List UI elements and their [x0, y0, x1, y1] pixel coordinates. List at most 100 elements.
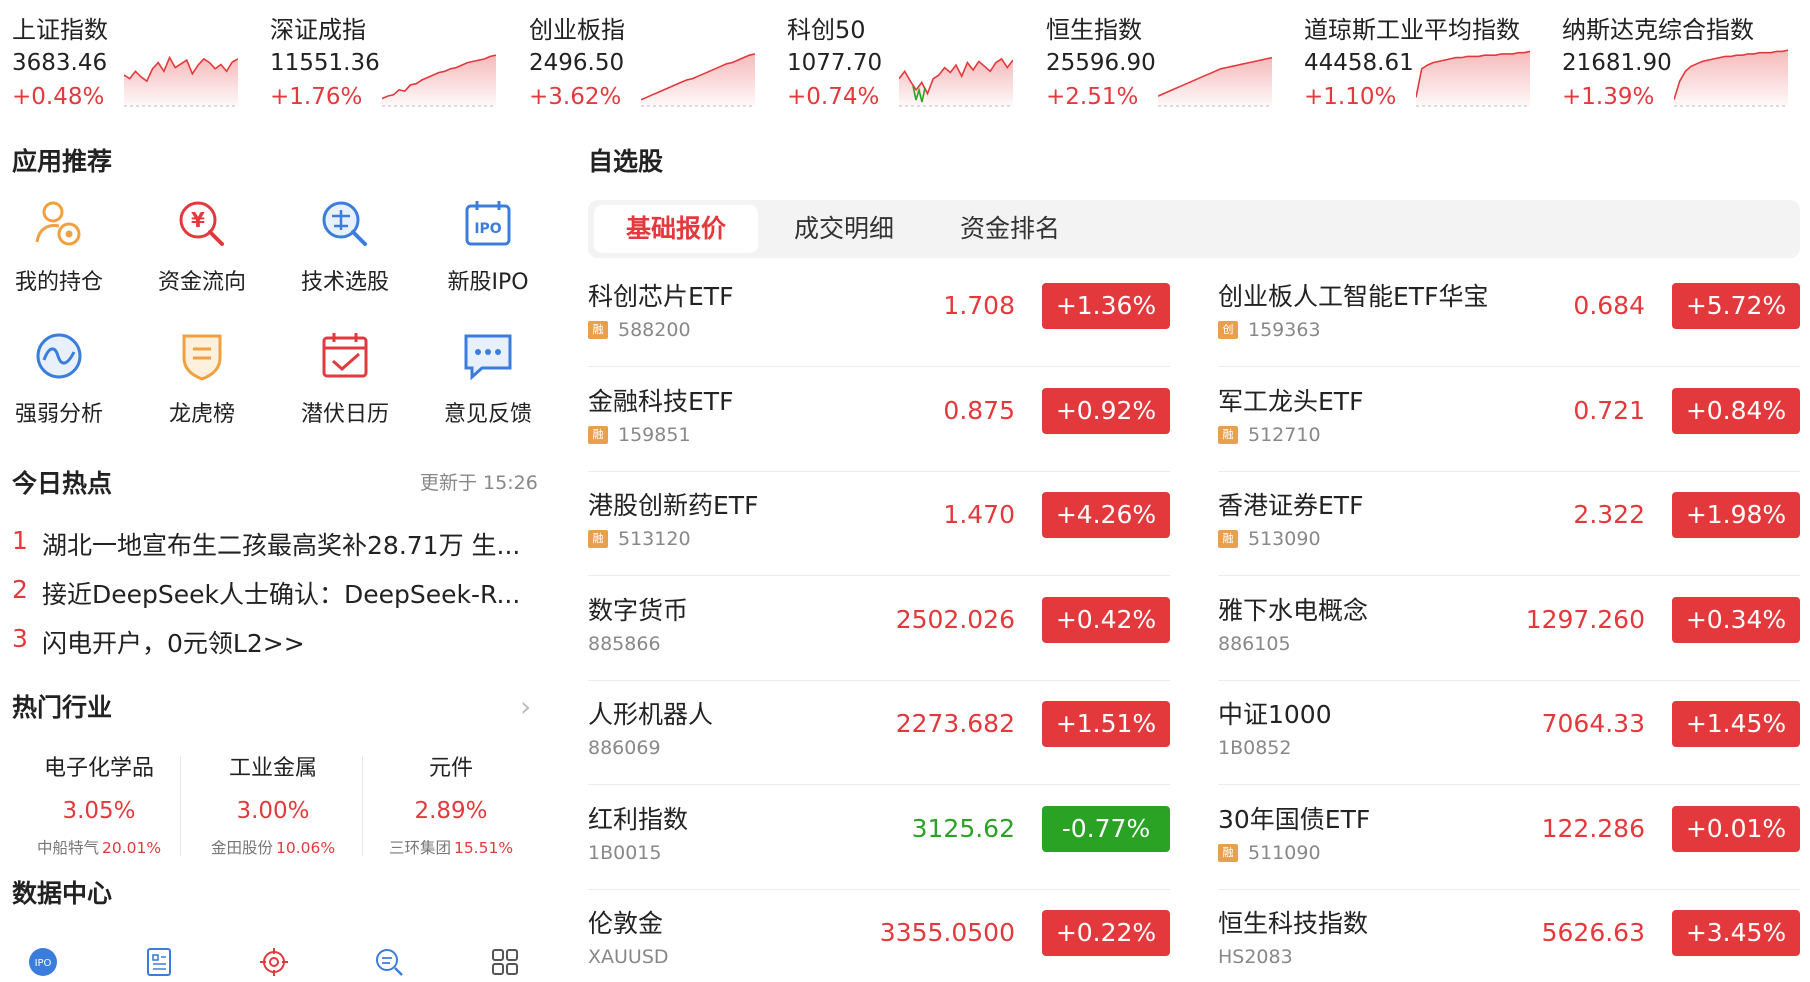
stock-tag-badge: 融: [588, 321, 608, 339]
stock-name: 港股创新药ETF: [588, 491, 759, 520]
app-feedback[interactable]: 意见反馈: [422, 328, 554, 428]
stock-price: 122.286: [1541, 813, 1645, 843]
tab-basic-quote[interactable]: 基础报价: [594, 205, 758, 253]
stock-code-line: HS2083: [1218, 946, 1293, 968]
industry-name: 元件: [428, 756, 473, 781]
industry-card[interactable]: 电子化学品 3.05% 中船特气 20.01%: [10, 750, 188, 858]
stock-picker-icon: [322, 201, 367, 246]
watchlist-row[interactable]: 港股创新药ETF 融 513120 1.470 +4.26%: [588, 472, 1170, 576]
stock-code-line: XAUUSD: [588, 946, 669, 968]
stock-code: HS2083: [1218, 946, 1293, 968]
stock-name: 30年国债ETF: [1218, 804, 1371, 834]
stock-change-badge: +0.84%: [1672, 387, 1800, 434]
watchlist-row[interactable]: 军工龙头ETF 融 512710 0.721 +0.84%: [1218, 368, 1800, 472]
watchlist-row[interactable]: 创业板人工智能ETF华宝 创 159363 0.684 +5.72%: [1218, 263, 1800, 367]
search-list-icon[interactable]: [374, 947, 404, 977]
index-card[interactable]: 纳斯达克综合指数 21681.90 +1.39%: [1562, 0, 1798, 120]
stock-price: 2.322: [1573, 500, 1645, 529]
index-value: 11551.36: [270, 50, 380, 76]
grid-icon[interactable]: [490, 947, 520, 977]
stock-change-badge: +1.98%: [1672, 492, 1800, 538]
watchlist-row[interactable]: 雅下水电概念 886105 1297.260 +0.34%: [1218, 577, 1800, 681]
app-stock-picker[interactable]: 技术选股: [279, 196, 411, 296]
index-card[interactable]: 上证指数 3683.46 +0.48%: [12, 0, 238, 120]
index-value: 25596.90: [1046, 50, 1156, 76]
app-new-ipo[interactable]: IPO 新股IPO: [422, 196, 554, 296]
index-change: +1.76%: [270, 84, 363, 110]
index-value: 21681.90: [1562, 50, 1672, 76]
watchlist-row[interactable]: 金融科技ETF 融 159851 0.875 +0.92%: [588, 368, 1170, 472]
index-change: +0.74%: [787, 84, 880, 110]
index-card[interactable]: 科创50 1077.70 +0.74%: [787, 0, 1013, 120]
app-label: 技术选股: [300, 270, 389, 295]
app-dragon-tiger[interactable]: 龙虎榜: [136, 328, 268, 428]
ipo-badge-icon[interactable]: IPO: [28, 947, 58, 977]
stock-name: 香港证券ETF: [1218, 491, 1364, 520]
app-label: 新股IPO: [447, 270, 529, 295]
chevron-right-icon[interactable]: ›: [520, 690, 531, 723]
stock-price: 0.875: [943, 395, 1015, 425]
sparkline-area: [641, 53, 755, 106]
stock-tag-badge: 融: [1218, 425, 1238, 444]
app-money-flow[interactable]: ¥ 资金流向: [136, 196, 268, 296]
watchlist-row[interactable]: 30年国债ETF 融 511090 122.286 +0.01%: [1218, 786, 1800, 890]
stock-price: 5626.63: [1541, 918, 1645, 947]
hot-news-item[interactable]: 3 闪电开户，0元领L2>>: [12, 624, 542, 660]
watchlist-row[interactable]: 恒生科技指数 HS2083 5626.63 +3.45%: [1218, 890, 1800, 982]
hot-news-item[interactable]: 1 湖北一地宣布生二孩最高奖补28.71万 生...: [12, 526, 542, 562]
watchlist-row[interactable]: 中证1000 1B0852 7064.33 +1.45%: [1218, 681, 1800, 785]
stock-change-badge: +4.26%: [1042, 492, 1170, 538]
tab-trade-detail[interactable]: 成交明细: [764, 205, 924, 253]
hot-news-text: 接近DeepSeek人士确认：DeepSeek-R...: [42, 580, 521, 609]
watchlist-row[interactable]: 香港证券ETF 融 513090 2.322 +1.98%: [1218, 472, 1800, 576]
app-lurk-calendar[interactable]: 潜伏日历: [279, 328, 411, 428]
app-my-holdings[interactable]: 我的持仓: [0, 196, 125, 296]
hot-news-item[interactable]: 2 接近DeepSeek人士确认：DeepSeek-R...: [12, 575, 542, 611]
index-card[interactable]: 恒生指数 25596.90 +2.51%: [1046, 0, 1272, 120]
stock-price: 2273.682: [895, 709, 1015, 738]
watchlist-row[interactable]: 科创芯片ETF 融 588200 1.708 +1.36%: [588, 263, 1170, 367]
watchlist-row[interactable]: 人形机器人 886069 2273.682 +1.51%: [588, 681, 1170, 785]
sparkline-area: [382, 55, 496, 106]
index-card[interactable]: 创业板指 2496.50 +3.62%: [529, 0, 755, 120]
watchlist-row[interactable]: 数字货币 885866 2502.026 +0.42%: [588, 577, 1170, 681]
stock-code: 885866: [588, 632, 661, 655]
index-sparkline: [1158, 56, 1272, 107]
industry-card[interactable]: 元件 2.89% 三环集团 15.51%: [362, 750, 540, 858]
divider: [180, 756, 181, 856]
index-name: 上证指数: [12, 16, 108, 44]
stock-code: 886105: [1218, 632, 1291, 655]
stock-code-line: 1B0852: [1218, 737, 1291, 759]
watchlist-row[interactable]: 红利指数 1B0015 3125.62 -0.77%: [588, 786, 1170, 890]
stock-change-badge: +5.72%: [1672, 283, 1800, 329]
index-card[interactable]: 深证成指 11551.36 +1.76%: [270, 0, 496, 120]
tab-fund-rank[interactable]: 资金排名: [930, 205, 1090, 253]
stock-change-badge: +0.92%: [1042, 387, 1170, 434]
stock-name: 人形机器人: [588, 700, 714, 729]
watchlist-row[interactable]: 伦敦金 XAUUSD 3355.0500 +0.22%: [588, 890, 1170, 982]
index-value: 2496.50: [529, 50, 625, 76]
data-center-section-title: 数据中心: [12, 879, 113, 908]
industry-leader-name: 三环集团: [388, 839, 451, 857]
holdings-icon: [35, 201, 81, 246]
stock-price: 3125.62: [911, 813, 1015, 843]
stock-change-badge: +0.42%: [1042, 596, 1170, 643]
index-card[interactable]: 道琼斯工业平均指数 44458.61 +1.10%: [1304, 0, 1530, 120]
index-sparkline: [641, 53, 755, 107]
stock-price: 7064.33: [1541, 709, 1645, 738]
stock-code-line: 融 511090: [1218, 842, 1321, 864]
index-value: 1077.70: [787, 50, 883, 76]
industry-leader-name: 中船特气: [36, 839, 99, 857]
industry-card[interactable]: 工业金属 3.00% 金田股份 10.06%: [184, 750, 362, 858]
target-icon[interactable]: [259, 947, 289, 977]
industry-leader-change: 15.51%: [453, 839, 514, 857]
stock-name: 恒生科技指数: [1218, 909, 1369, 938]
stock-code: 513090: [1248, 528, 1321, 550]
app-strength-analysis[interactable]: 强弱分析: [0, 328, 125, 428]
stock-tag-badge: 融: [588, 425, 608, 444]
stock-tag-badge: 融: [588, 530, 608, 548]
stock-code-line: 融 512710: [1218, 424, 1321, 446]
stock-code: 511090: [1248, 841, 1321, 864]
index-sparkline: [1674, 49, 1788, 107]
report-icon[interactable]: [144, 947, 174, 977]
